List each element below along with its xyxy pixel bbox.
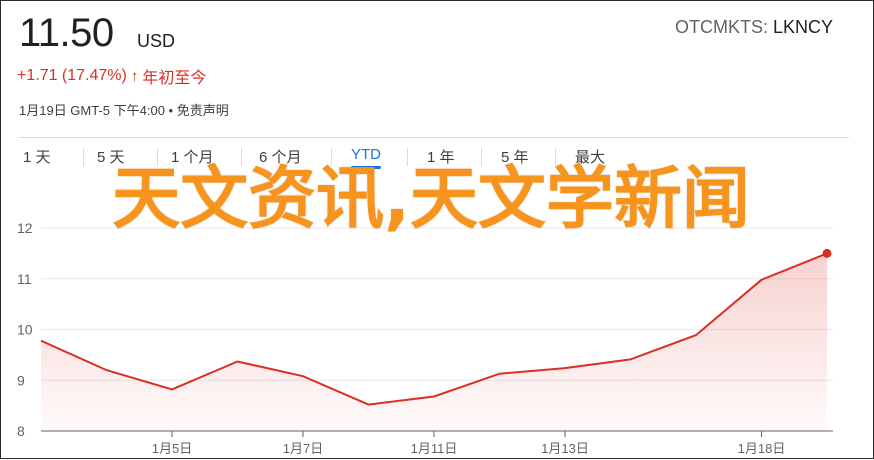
y-tick-label: 12 [17, 220, 33, 236]
x-tick-label: 1月13日 [541, 441, 589, 456]
watermark-overlay-text: 天文资讯,天文学新闻 [112, 160, 750, 239]
stock-quote-card: 11.50 USD OTCMKTS: LKNCY +1.71 (17.47%) … [0, 0, 874, 459]
x-tick-label: 1月18日 [738, 441, 786, 456]
y-tick-label: 11 [17, 271, 32, 287]
y-tick-label: 8 [17, 423, 25, 439]
y-tick-label: 9 [17, 372, 25, 388]
x-tick-label: 1月11日 [411, 441, 458, 456]
y-tick-label: 10 [17, 322, 33, 338]
price-area [41, 253, 827, 431]
last-price-point[interactable] [822, 248, 832, 258]
x-tick-label: 1月5日 [152, 441, 192, 456]
x-tick-label: 1月7日 [283, 441, 323, 456]
